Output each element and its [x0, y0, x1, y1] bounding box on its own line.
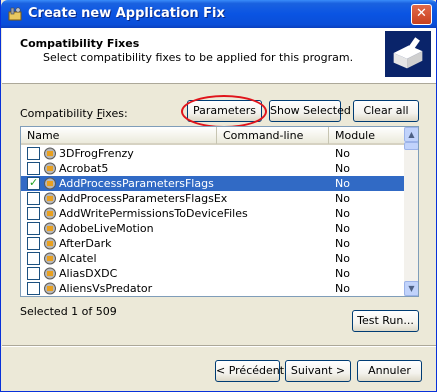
- shim-gear-icon: [44, 147, 56, 160]
- fix-checkbox[interactable]: [27, 175, 40, 190]
- scroll-up-icon[interactable]: ▲: [404, 127, 418, 142]
- fix-checkbox[interactable]: [27, 207, 40, 220]
- window-title: Create new Application Fix: [28, 6, 225, 21]
- fix-name: AddProcessParametersFlags: [59, 177, 214, 190]
- fix-name: AddProcessParametersFlagsEx: [59, 192, 228, 205]
- fix-checkbox[interactable]: [27, 147, 40, 160]
- shim-gear-icon: [44, 192, 56, 205]
- list-item[interactable]: Alcatel No: [21, 251, 404, 266]
- fix-module: No: [335, 222, 350, 235]
- fix-module: No: [335, 177, 350, 190]
- list-item[interactable]: AdobeLiveMotion No: [21, 221, 404, 236]
- fix-module: No: [335, 237, 350, 250]
- list-item[interactable]: AddProcessParametersFlagsEx No: [21, 191, 404, 206]
- wrench-app-icon: [8, 7, 22, 21]
- fix-checkbox[interactable]: [27, 267, 40, 280]
- fix-checkbox[interactable]: [27, 282, 40, 295]
- scroll-thumb[interactable]: [404, 142, 418, 150]
- clear-all-button[interactable]: Clear all: [353, 100, 419, 122]
- fix-name: Acrobat5: [59, 162, 109, 175]
- selection-status: Selected 1 of 509: [20, 305, 117, 318]
- next-button[interactable]: Suivant >: [285, 360, 351, 382]
- fix-name: AdobeLiveMotion: [59, 222, 154, 235]
- shim-gear-icon: [44, 252, 56, 265]
- shim-gear-icon: [44, 222, 56, 235]
- compatibility-fixes-label: Compatibility Fixes:: [20, 107, 128, 120]
- fix-name: 3DFrogFrenzy: [59, 147, 134, 160]
- list-item[interactable]: AddProcessParametersFlags No: [21, 175, 404, 191]
- shim-gear-icon: [44, 267, 56, 280]
- shim-gear-icon: [44, 282, 56, 295]
- fix-module: No: [335, 252, 350, 265]
- fix-module: No: [335, 162, 350, 175]
- fix-name: AliasDXDC: [59, 267, 118, 280]
- shim-gear-icon: [44, 177, 56, 190]
- shim-gear-icon: [44, 237, 56, 250]
- wizard-box-icon: [385, 31, 431, 77]
- highlight-ellipse: [181, 95, 267, 128]
- show-selected-button[interactable]: Show Selected: [269, 100, 351, 122]
- column-header-name[interactable]: Name: [21, 127, 217, 144]
- fix-name: AddWritePermissionsToDeviceFiles: [59, 207, 248, 220]
- scroll-down-icon[interactable]: ▼: [404, 281, 418, 296]
- back-button[interactable]: < Précédent: [215, 360, 284, 382]
- page-title: Compatibility Fixes: [20, 37, 140, 50]
- fix-checkbox[interactable]: [27, 237, 40, 250]
- test-run-button[interactable]: Test Run...: [352, 310, 419, 332]
- fix-checkbox[interactable]: [27, 252, 40, 265]
- list-item[interactable]: AliensVsPredator No: [21, 281, 404, 296]
- cancel-button[interactable]: Annuler: [357, 360, 422, 382]
- title-bar[interactable]: Create new Application Fix ✕: [1, 0, 437, 28]
- fix-name: AliensVsPredator: [59, 282, 153, 295]
- fix-checkbox[interactable]: [27, 192, 40, 205]
- list-item[interactable]: 3DFrogFrenzy No: [21, 146, 404, 161]
- fix-name: Alcatel: [59, 252, 97, 265]
- list-item[interactable]: AfterDark No: [21, 236, 404, 251]
- fix-name: AfterDark: [59, 237, 112, 250]
- application-fix-window: Create new Application Fix ✕ Compatibili…: [0, 0, 437, 392]
- fix-module: No: [335, 282, 350, 295]
- fix-checkbox[interactable]: [27, 162, 40, 175]
- vertical-scrollbar[interactable]: ▲ ▼: [404, 127, 418, 296]
- shim-gear-icon: [44, 162, 56, 175]
- list-item[interactable]: AliasDXDC No: [21, 266, 404, 281]
- fix-module: No: [335, 147, 350, 160]
- list-item[interactable]: AddWritePermissionsToDeviceFiles No: [21, 206, 404, 221]
- page-subtitle: Select compatibility fixes to be applied…: [43, 51, 354, 64]
- close-button[interactable]: ✕: [411, 4, 432, 25]
- fixes-list[interactable]: Name Command-line Module 3DFrogFrenzy No A…: [20, 126, 419, 297]
- column-header-command-line[interactable]: Command-line: [217, 127, 329, 144]
- footer-divider: [2, 345, 436, 347]
- wizard-header: Compatibility Fixes Select compatibility…: [2, 28, 436, 84]
- list-header: Name Command-line Module: [21, 127, 404, 145]
- fix-checkbox[interactable]: [27, 222, 40, 235]
- list-item[interactable]: Acrobat5 No: [21, 161, 404, 176]
- fix-module: No: [335, 207, 350, 220]
- column-header-module[interactable]: Module: [329, 127, 404, 144]
- fix-module: No: [335, 267, 350, 280]
- shim-gear-icon: [44, 207, 56, 220]
- fix-module: No: [335, 192, 350, 205]
